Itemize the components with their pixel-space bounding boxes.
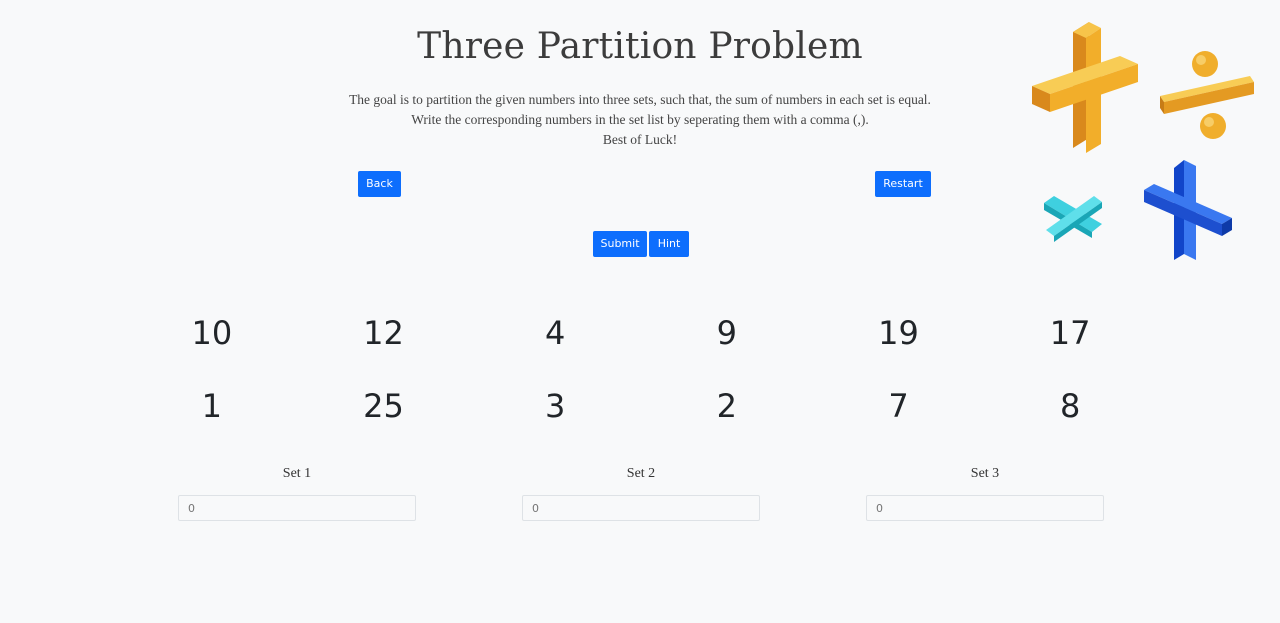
plus-icon [1032, 22, 1138, 153]
number-item: 3 [544, 387, 566, 425]
number-item: 8 [1059, 387, 1081, 425]
set-3-input[interactable] [866, 495, 1104, 521]
number-item: 19 [878, 314, 919, 352]
multiply-icon [1044, 196, 1102, 242]
restart-button[interactable]: Restart [875, 171, 931, 197]
number-item: 2 [716, 387, 737, 425]
number-grid: 10 12 4 9 19 17 1 25 3 2 7 8 [126, 306, 1156, 452]
number-item: 25 [363, 387, 404, 425]
number-item: 4 [544, 314, 566, 352]
hint-button[interactable]: Hint [649, 231, 689, 257]
number-item: 12 [363, 314, 404, 352]
set-1-label: Set 1 [282, 466, 312, 481]
number-item: 9 [716, 314, 737, 352]
back-button[interactable]: Back [358, 171, 401, 197]
set-1-input[interactable] [178, 495, 416, 521]
number-item: 1 [201, 387, 222, 425]
set-2-input[interactable] [522, 495, 760, 521]
set-3-label: Set 3 [970, 466, 1000, 481]
number-item: 17 [1049, 314, 1091, 352]
plus-icon [1144, 160, 1232, 260]
number-item: 10 [191, 314, 233, 352]
divide-icon [1160, 51, 1254, 139]
set-2-label: Set 2 [626, 466, 656, 481]
number-item: 7 [888, 387, 909, 425]
submit-button[interactable]: Submit [593, 231, 647, 257]
math-symbols-illustration [1032, 22, 1254, 260]
